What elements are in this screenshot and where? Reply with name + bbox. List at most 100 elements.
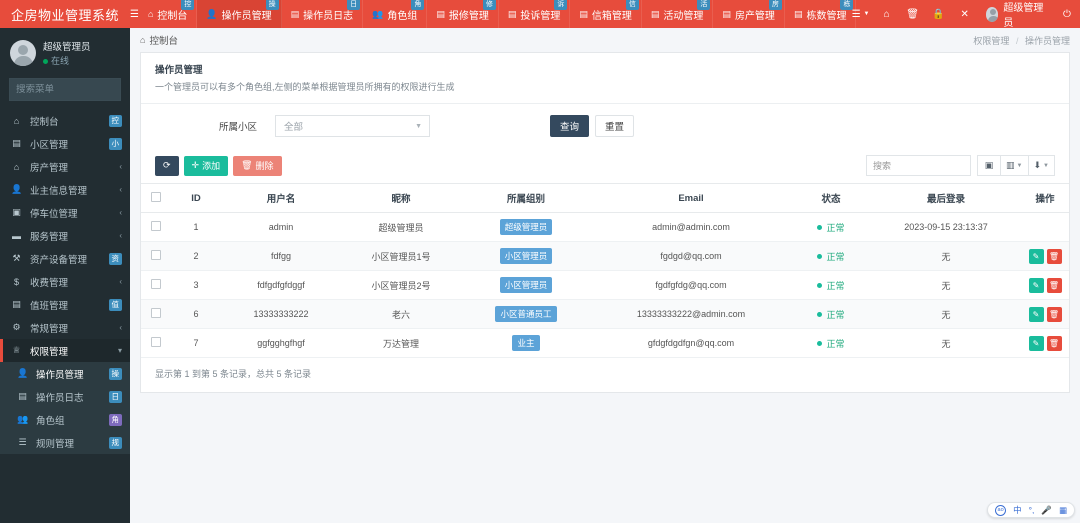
col-group[interactable]: 所属组别: [461, 183, 591, 213]
sidebar-sublink-3[interactable]: ☰ 规则管理 规: [0, 431, 130, 454]
user-icon: 👤: [11, 184, 23, 195]
ime-punctuation-toggle[interactable]: °,: [1029, 505, 1035, 515]
microphone-icon[interactable]: 🎤: [1041, 505, 1052, 516]
table-search-input[interactable]: 搜索: [866, 155, 972, 176]
row-checkbox[interactable]: [151, 279, 161, 289]
trash-icon[interactable]: 🗑: [1046, 335, 1062, 351]
pencil-icon[interactable]: ✎: [1028, 335, 1044, 351]
columns-icon[interactable]: ▥ ▼: [1000, 155, 1029, 176]
row-checkbox[interactable]: [151, 337, 161, 347]
sidebar-link-6[interactable]: ⚒ 资产设备管理 资: [0, 247, 130, 270]
add-button[interactable]: ✛ 添加: [183, 155, 229, 176]
trash-icon[interactable]: 🗑: [900, 0, 926, 28]
status-dot-icon: [817, 224, 823, 230]
row-checkbox[interactable]: [151, 221, 161, 231]
sidebar-link-9[interactable]: ⚙ 常规管理 ‹: [0, 316, 130, 339]
list-icon: ▤: [507, 8, 517, 19]
breadcrumb-parent[interactable]: 权限管理: [973, 36, 1009, 46]
trash-icon[interactable]: 🗑: [1046, 248, 1062, 264]
table-row[interactable]: 6 13333333222 老六 小区普通员工 13333333222@admin.co…: [141, 299, 1069, 329]
sidebar-link-8[interactable]: ▤ 值班管理 值: [0, 293, 130, 316]
nav-item-3[interactable]: 👥 角色组角: [363, 0, 428, 28]
nav-item-7[interactable]: ▤ 活动管理活: [642, 0, 714, 28]
community-label: 所属小区: [218, 122, 257, 133]
nav-item-1[interactable]: 👤 操作员管理操: [197, 0, 282, 28]
breadcrumb-child[interactable]: 操作员管理: [1025, 36, 1070, 46]
row-select-cell: [141, 328, 171, 358]
nav-item-6[interactable]: ▤ 信箱管理信: [570, 0, 642, 28]
table-row[interactable]: 2 fdfgg 小区管理员1号 小区管理员 fgdgd@qq.com 正常 无 ✎ 🗑: [141, 241, 1069, 271]
row-checkbox[interactable]: [151, 308, 161, 318]
cell-ops: ✎ 🗑: [1021, 270, 1069, 300]
list-icon: ▤: [18, 391, 27, 402]
cell-username: ggfgghgfhgf: [221, 328, 341, 358]
nav-hamburger-icon[interactable]: ☰: [130, 0, 139, 28]
home-icon[interactable]: ⌂: [874, 0, 900, 28]
search-input[interactable]: [10, 84, 130, 96]
sidebar-item-6: ⚒ 资产设备管理 资: [0, 247, 130, 270]
refresh-button[interactable]: ⟳: [155, 155, 179, 176]
nav-item-0[interactable]: ⌂ 控制台控: [139, 0, 198, 28]
select-all-header: [141, 183, 171, 213]
col-id[interactable]: ID: [171, 183, 221, 213]
query-button[interactable]: 查询: [550, 115, 590, 137]
table-row[interactable]: 3 fdfgdfgfdggf 小区管理员2号 小区管理员 fgdfgfdg@qq.com…: [141, 270, 1069, 300]
fullscreen-table-icon[interactable]: ▣: [977, 155, 1002, 176]
sidebar-link-5[interactable]: ▬ 服务管理 ‹: [0, 224, 130, 247]
select-all-checkbox[interactable]: [151, 191, 161, 202]
reset-button[interactable]: 重置: [595, 115, 635, 137]
lock-icon[interactable]: 🔒: [926, 0, 952, 28]
fullscreen-icon[interactable]: ✕: [952, 0, 978, 28]
col-status[interactable]: 状态: [791, 183, 871, 213]
nav-item-9[interactable]: ▤ 栋数管理栋: [785, 0, 857, 28]
users-icon: 👥: [372, 8, 384, 19]
ime-toolbar[interactable]: ao 中 °, 🎤 ▦: [987, 502, 1075, 518]
table-row[interactable]: 7 ggfgghgfhgf 万达管理 业主 gfdgfdgdfgn@qq.com 正常 无 ✎…: [141, 328, 1069, 358]
pencil-icon[interactable]: ✎: [1028, 277, 1044, 293]
col-username[interactable]: 用户名: [221, 183, 341, 213]
ime-lang-toggle[interactable]: 中: [1013, 504, 1022, 516]
nav-user[interactable]: 超级管理员: [978, 0, 1054, 29]
delete-button[interactable]: 🗑 删除: [233, 155, 282, 176]
ime-logo-icon[interactable]: ao: [995, 504, 1007, 516]
ime-keyboard-icon[interactable]: ▦: [1059, 505, 1067, 516]
nav-item-8[interactable]: ▤ 房产管理房: [713, 0, 785, 28]
trash-icon[interactable]: 🗑: [1046, 306, 1062, 322]
power-icon[interactable]: ⏻: [1054, 0, 1080, 28]
community-select[interactable]: 全部 ▼: [275, 115, 430, 137]
money-icon: $: [13, 276, 19, 287]
export-icon[interactable]: ⬇ ▼: [1027, 155, 1055, 176]
sidebar-link-2[interactable]: ⌂ 房产管理 ‹: [0, 155, 130, 178]
sidebar-link-0[interactable]: ⌂ 控制台 控: [0, 109, 130, 132]
list-icon: ▤: [650, 8, 660, 19]
sidebar-sublink-2[interactable]: 👥 角色组 角: [0, 408, 130, 431]
sidebar-sublink-0[interactable]: 👤 操作员管理 操: [0, 362, 130, 385]
trash-icon[interactable]: 🗑: [1046, 277, 1062, 293]
breadcrumb-current[interactable]: 控制台: [149, 33, 178, 47]
sidebar-item-label: 常规管理: [30, 323, 69, 335]
col-nickname[interactable]: 昵称: [341, 183, 461, 213]
pencil-icon[interactable]: ✎: [1028, 306, 1044, 322]
row-select-cell: [141, 212, 171, 242]
list-icon: ▤: [722, 8, 731, 19]
sidebar-link-3[interactable]: 👤 业主信息管理 ‹: [0, 178, 130, 201]
sidebar-link-10[interactable]: ♕ 权限管理 ▾: [0, 339, 130, 363]
col-ops[interactable]: 操作: [1021, 183, 1069, 213]
cell-email: 13333333222@admin.com: [591, 299, 791, 329]
col-last-login[interactable]: 最后登录: [871, 183, 1021, 213]
sidebar-link-4[interactable]: ▣ 停车位管理 ‹: [0, 201, 130, 224]
table-row[interactable]: 1 admin 超级管理员 超级管理员 admin@admin.com 正常 2023-09…: [141, 212, 1069, 242]
row-checkbox[interactable]: [151, 250, 161, 260]
nav-item-2[interactable]: ▤ 操作员日志日: [282, 0, 364, 28]
sidebar-item-label: 控制台: [30, 116, 59, 128]
sidebar: 超级管理员 在线 ⚲ ⌂ 控制台 控 ▤ 小区管理 小 ⌂ 房产管理 ‹ 👤 业主信息管理 ‹ ▣ 停车位…: [0, 28, 130, 523]
status-badge: 正常: [817, 308, 845, 321]
sidebar-search[interactable]: ⚲: [9, 78, 130, 102]
col-email[interactable]: Email: [591, 183, 791, 213]
pencil-icon[interactable]: ✎: [1028, 248, 1044, 264]
sidebar-sublink-1[interactable]: ▤ 操作员日志 日: [0, 385, 130, 408]
sidebar-link-1[interactable]: ▤ 小区管理 小: [0, 132, 130, 155]
nav-item-4[interactable]: ▤ 报修管理修: [427, 0, 499, 28]
sidebar-link-7[interactable]: $ 收费管理 ‹: [0, 270, 130, 293]
nav-item-5[interactable]: ▤ 投诉管理诉: [499, 0, 571, 28]
